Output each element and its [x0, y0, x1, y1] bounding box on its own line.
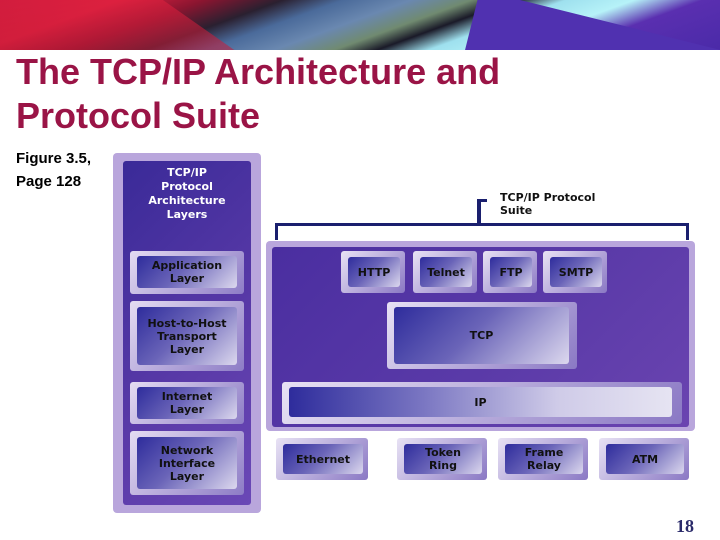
protocol-ftp-label: FTP — [490, 257, 532, 287]
slide-title-line1: The TCP/IP Architecture and — [16, 51, 501, 92]
suite-bracket — [275, 223, 689, 240]
figure-reference: Figure 3.5, — [16, 150, 92, 167]
layer-application-label: Application Layer — [137, 256, 237, 288]
architecture-heading-line: Protocol — [161, 180, 213, 193]
interface-atm-label: ATM — [606, 444, 684, 474]
layer-transport-label: Host-to-Host Transport Layer — [137, 307, 237, 365]
architecture-heading: TCP/IP Protocol Architecture Layers — [123, 166, 251, 222]
page-number: 18 — [676, 516, 694, 536]
protocol-ip-label: IP — [289, 387, 672, 417]
suite-bracket-stem — [477, 199, 481, 225]
protocol-smtp-label: SMTP — [550, 257, 602, 287]
protocol-http-label: HTTP — [348, 257, 400, 287]
layer-internet-label: Internet Layer — [137, 387, 237, 419]
layer-network-interface-label: Network Interface Layer — [137, 437, 237, 489]
protocol-tcp-label: TCP — [394, 307, 569, 364]
architecture-heading-line: Layers — [166, 208, 208, 221]
interface-token-ring-label: Token Ring — [404, 444, 482, 474]
interface-frame-relay-label: Frame Relay — [505, 444, 583, 474]
header-banner-image — [0, 0, 720, 50]
architecture-heading-line: Architecture — [148, 194, 226, 207]
slide-title: The TCP/IP Architecture and Protocol Sui… — [16, 50, 500, 138]
page-reference: Page 128 — [16, 173, 82, 190]
suite-bracket-stem-top — [477, 199, 487, 202]
interface-ethernet-label: Ethernet — [283, 444, 363, 474]
figure-caption: Figure 3.5, Page 128 — [16, 147, 91, 193]
slide-title-line2: Protocol Suite — [16, 95, 261, 136]
protocol-suite-label: TCP/IP Protocol Suite — [500, 191, 596, 217]
protocol-telnet-label: Telnet — [420, 257, 472, 287]
architecture-heading-line: TCP/IP — [167, 166, 207, 179]
